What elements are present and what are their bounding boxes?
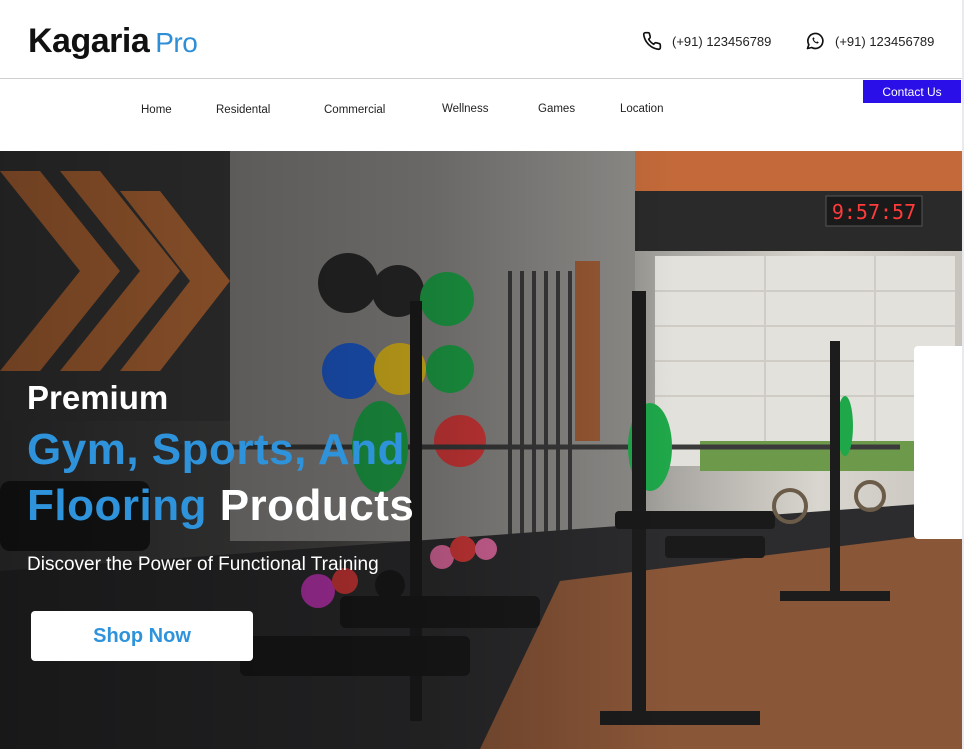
- whatsapp-number: (+91) 123456789: [835, 33, 935, 49]
- nav-item-wellness[interactable]: Wellness: [442, 103, 488, 115]
- phone-icon: [642, 31, 662, 51]
- whatsapp-icon: [806, 32, 824, 50]
- site-header: Kagaria Pro (+91) 123456789 (+91) 1234567…: [0, 0, 964, 79]
- hero-headline-products: Products: [219, 481, 415, 530]
- side-floating-panel[interactable]: [914, 346, 962, 539]
- nav-item-commercial[interactable]: Commercial: [324, 104, 385, 116]
- nav-item-residental[interactable]: Residental: [216, 104, 270, 116]
- nav-item-home[interactable]: Home: [141, 104, 172, 116]
- hero-banner: 9:57:57 Premium Gym, Sports, And Floorin…: [0, 151, 962, 749]
- shop-now-button[interactable]: Shop Now: [31, 611, 253, 661]
- hero-headline-highlight: Flooring: [27, 481, 207, 530]
- nav-item-games[interactable]: Games: [538, 103, 575, 115]
- brand-logo[interactable]: Kagaria Pro: [28, 22, 198, 61]
- hero-headline-line-2: Flooring Products: [27, 481, 414, 531]
- whatsapp-contact[interactable]: (+91) 123456789: [805, 31, 934, 51]
- phone-contact[interactable]: (+91) 123456789: [642, 31, 771, 51]
- hero-eyebrow: Premium: [27, 379, 169, 416]
- nav-item-location[interactable]: Location: [620, 103, 663, 115]
- main-nav: Home Residental Commercial Wellness Game…: [0, 80, 964, 150]
- hero-headline-line-1: Gym, Sports, And: [27, 425, 405, 474]
- hero-subheading: Discover the Power of Functional Trainin…: [27, 554, 379, 575]
- phone-number: (+91) 123456789: [672, 33, 772, 49]
- brand-suffix: Pro: [155, 27, 198, 58]
- brand-name: Kagaria: [28, 22, 150, 60]
- contact-us-button[interactable]: Contact Us: [863, 80, 961, 103]
